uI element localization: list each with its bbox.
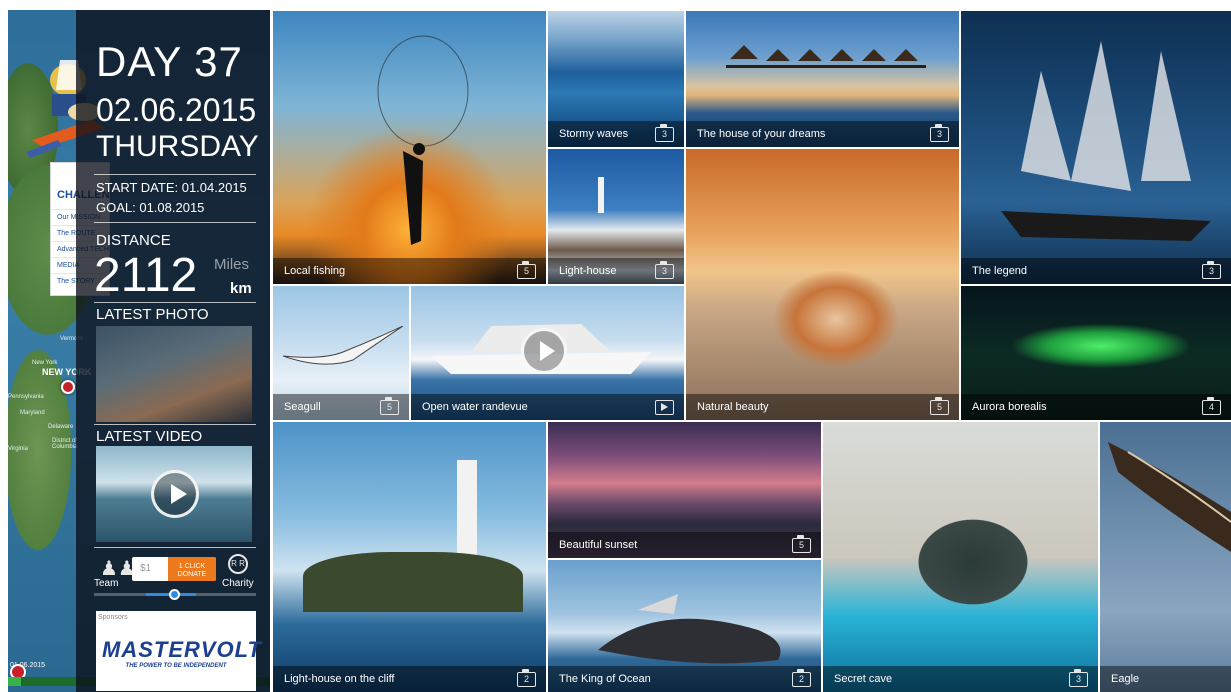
island-rock	[303, 552, 523, 612]
start-date: START DATE: 01.04.2015	[96, 180, 247, 195]
goal-date: GOAL: 01.08.2015	[96, 200, 205, 215]
photo-count-icon: 3	[1202, 261, 1221, 279]
photo-count-icon: 4	[1202, 397, 1221, 415]
latest-video-title: LATEST VIDEO	[96, 428, 203, 445]
photo-count-icon: 5	[792, 535, 811, 553]
play-icon[interactable]	[151, 470, 199, 518]
tall-ship-silhouette	[1001, 41, 1211, 241]
photo-count-icon: 5	[930, 397, 949, 415]
map-label-virginia: Virginia	[8, 446, 28, 452]
current-position-pin[interactable]	[61, 380, 75, 394]
bungalows-silhouette	[726, 45, 926, 68]
map-label-maryland: Maryland	[20, 410, 45, 416]
divider	[94, 547, 256, 548]
tile-caption: The King of Ocean	[559, 673, 651, 685]
gallery-tile-dream-house[interactable]: The house of your dreams 3	[686, 11, 959, 147]
tile-caption: The house of your dreams	[697, 128, 826, 140]
donate-widget: $1 1 CLICK DONATE	[132, 557, 216, 581]
tile-caption: Secret cave	[834, 673, 893, 685]
gallery-tile-king-of-ocean[interactable]: The King of Ocean 2	[548, 560, 821, 692]
tile-caption: Open water randevue	[422, 401, 528, 413]
sponsor-tagline: THE POWER TO BE INDEPENDENT	[125, 663, 227, 669]
lighthouse-shape	[598, 177, 604, 213]
latest-photo-thumbnail[interactable]	[96, 326, 252, 422]
gallery-tile-secret-cave[interactable]: Secret cave 3	[823, 422, 1098, 692]
gallery-tile-open-water[interactable]: Open water randevue	[411, 286, 684, 420]
gallery-tile-aurora[interactable]: Aurora borealis 4	[961, 286, 1231, 420]
video-type-icon	[655, 400, 674, 415]
photo-count-icon: 2	[792, 669, 811, 687]
team-label: Team	[94, 578, 119, 589]
distance-value: 2112	[94, 249, 198, 302]
tile-caption: The legend	[972, 265, 1028, 277]
tile-caption: Beautiful sunset	[559, 539, 638, 551]
day-counter: DAY 37	[96, 38, 243, 85]
gallery-tile-natural-beauty[interactable]: Natural beauty 5	[686, 149, 959, 420]
gallery-tile-beautiful-sunset[interactable]: Beautiful sunset 5	[548, 422, 821, 558]
seagull-shape	[283, 326, 403, 365]
distance-label: DISTANCE	[96, 232, 171, 249]
charity-icon[interactable]: R R	[228, 554, 248, 574]
sponsor-banner[interactable]: Sponsors MASTERVOLT THE POWER TO BE INDE…	[96, 611, 262, 691]
journey-info-panel: DAY 37 02.06.2015 THURSDAY START DATE: 0…	[76, 10, 270, 692]
divider	[94, 222, 256, 223]
latest-video-thumbnail[interactable]	[96, 446, 252, 542]
tile-caption: Eagle	[1111, 673, 1140, 685]
sponsors-label: Sponsors	[98, 614, 128, 621]
tile-caption: Local fishing	[284, 265, 346, 277]
donate-button[interactable]: 1 CLICK DONATE	[168, 557, 216, 581]
gallery-tile-seagull[interactable]: Seagull 5	[273, 286, 409, 420]
photo-count-icon: 3	[930, 124, 949, 142]
whale-shape	[598, 594, 781, 664]
photo-count-icon: 3	[655, 261, 674, 279]
tile-caption: Seagull	[284, 401, 321, 413]
photo-count-icon: 5	[380, 397, 399, 415]
fisherman-silhouette	[377, 35, 469, 245]
photo-count-icon: 3	[655, 124, 674, 142]
photo-count-icon: 2	[517, 669, 536, 687]
photo-count-icon: 3	[1069, 669, 1088, 687]
divider	[94, 302, 256, 303]
gallery-tile-local-fishing[interactable]: Local fishing 5	[273, 11, 546, 284]
tile-caption: Light-house	[559, 265, 617, 277]
map-label-pennsylvania: Pennsylvania	[8, 394, 44, 400]
video-play-icon[interactable]	[521, 328, 567, 374]
unit-miles-toggle[interactable]: Miles	[214, 256, 249, 273]
tile-caption: Natural beauty	[697, 401, 769, 413]
route-progress-fill	[8, 677, 22, 686]
eagle-wing-shape	[1108, 442, 1231, 552]
tile-caption: Aurora borealis	[972, 401, 1047, 413]
mastervolt-logo: MASTERVOLT	[102, 637, 262, 662]
unit-km-toggle[interactable]: km	[230, 280, 252, 297]
latest-photo-title: LATEST PHOTO	[96, 306, 209, 323]
divider	[94, 424, 256, 425]
tile-caption: Light-house on the cliff	[284, 673, 395, 685]
gallery-tile-stormy-waves[interactable]: Stormy waves 3	[548, 11, 684, 147]
charity-label: Charity	[222, 578, 254, 589]
gallery-tile-eagle[interactable]: Eagle	[1100, 422, 1231, 692]
map-label-delaware: Delaware	[48, 424, 74, 430]
gallery-tile-lighthouse-cliff[interactable]: Light-house on the cliff 2	[273, 422, 546, 692]
divider	[94, 174, 256, 175]
donation-split-handle[interactable]	[169, 589, 180, 600]
current-date: 02.06.2015	[96, 92, 257, 128]
current-weekday: THURSDAY	[96, 130, 259, 163]
gallery-tile-light-house[interactable]: Light-house 3	[548, 149, 684, 284]
donate-amount[interactable]: $1	[140, 563, 151, 574]
tile-caption: Stormy waves	[559, 128, 629, 140]
photo-count-icon: 5	[517, 261, 536, 279]
gallery-tile-the-legend[interactable]: The legend 3	[961, 11, 1231, 284]
map-label-new-york: New York	[32, 360, 58, 366]
